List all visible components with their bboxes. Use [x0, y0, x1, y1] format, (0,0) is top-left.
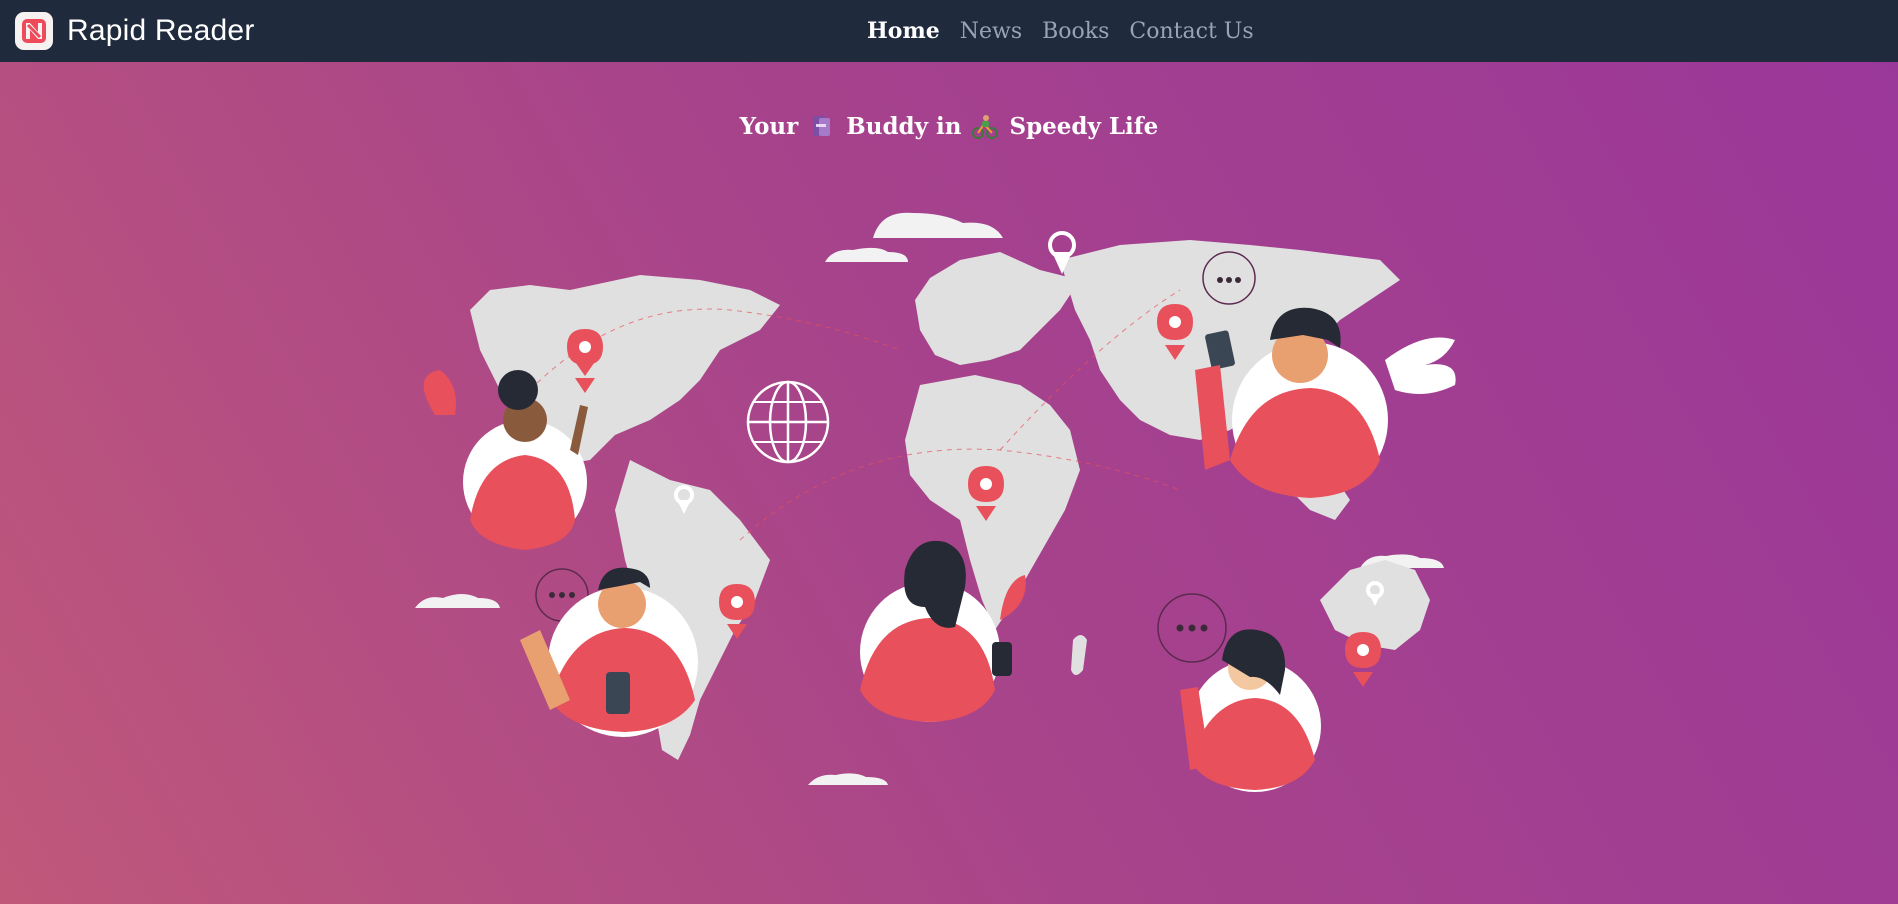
cyclist-emoji-icon: [971, 112, 999, 140]
books-emoji-icon: [808, 112, 836, 140]
globe-icon: [746, 380, 830, 464]
news-logo-icon: [15, 12, 53, 50]
hero-title-part3: Speedy Life: [1009, 112, 1159, 140]
nav-home-link[interactable]: Home: [867, 18, 940, 44]
navbar: Rapid Reader Home News Books Contact Us: [0, 0, 1898, 62]
hero-title-part2: Buddy in: [846, 112, 962, 140]
hero-title-part1: Your: [739, 112, 799, 140]
nav-news-link[interactable]: News: [960, 19, 1022, 44]
main-nav: Home News Books Contact Us: [867, 0, 1254, 62]
nav-contact-link[interactable]: Contact Us: [1129, 19, 1253, 44]
nav-books-link[interactable]: Books: [1042, 19, 1109, 44]
hero-title: Your Buddy in Speedy Life: [0, 112, 1898, 140]
person-woman-waving-2: [1180, 629, 1321, 792]
brand-name: Rapid Reader: [67, 14, 255, 47]
brand-link[interactable]: Rapid Reader: [15, 12, 255, 50]
world-map-people-illustration: [415, 212, 1456, 792]
